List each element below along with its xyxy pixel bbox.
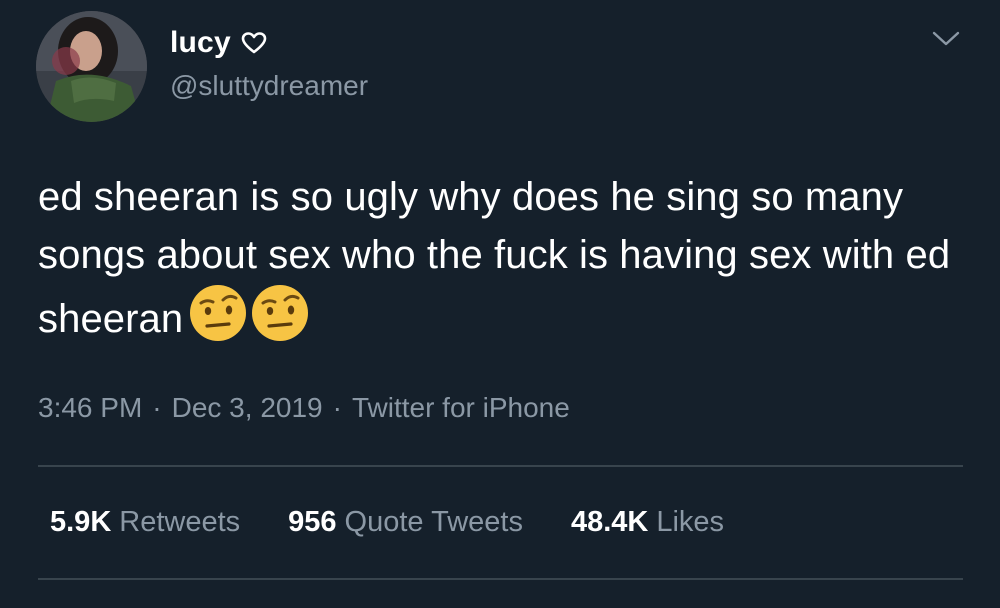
quote-tweets-count: 956 xyxy=(288,506,337,538)
tweet-text: ed sheeran is so ugly why does he sing s… xyxy=(38,168,968,358)
face-with-raised-eyebrow-icon xyxy=(252,285,309,341)
face-with-raised-eyebrow-icon xyxy=(190,285,247,341)
divider xyxy=(38,465,963,467)
likes-count: 48.4K xyxy=(570,506,649,538)
tweet-source[interactable]: Twitter for iPhone xyxy=(352,392,570,423)
emoji-group xyxy=(189,284,313,358)
retweets-count: 5.9K xyxy=(50,506,112,538)
tweet-date[interactable]: Dec 3, 2019 xyxy=(172,392,323,423)
meta-separator: · xyxy=(332,392,342,423)
tweet-stats: 5.9K Retweets 956 Quote Tweets 48.4K Likes xyxy=(50,506,724,539)
chevron-down-icon[interactable] xyxy=(930,28,962,50)
retweets-label: Retweets xyxy=(119,506,241,538)
user-handle[interactable]: @sluttydreamer xyxy=(170,70,368,102)
display-name[interactable]: lucy xyxy=(170,26,231,60)
avatar-image xyxy=(36,11,147,122)
tweet-card: lucy @sluttydreamer ed sheeran is so ugl… xyxy=(0,0,1000,608)
divider xyxy=(38,578,963,580)
likes-stat[interactable]: 48.4K Likes xyxy=(571,506,724,539)
heart-icon xyxy=(241,31,267,55)
avatar[interactable] xyxy=(36,11,147,122)
quote-tweets-stat[interactable]: 956 Quote Tweets xyxy=(288,506,523,539)
retweets-stat[interactable]: 5.9K Retweets xyxy=(50,506,240,539)
tweet-body: ed sheeran is so ugly why does he sing s… xyxy=(38,175,951,341)
meta-separator: · xyxy=(152,392,162,423)
tweet-meta: 3:46 PM · Dec 3, 2019 · Twitter for iPhone xyxy=(38,392,570,424)
user-name-row: lucy xyxy=(170,24,267,62)
quote-tweets-label: Quote Tweets xyxy=(344,506,523,538)
tweet-time[interactable]: 3:46 PM xyxy=(38,392,142,423)
likes-label: Likes xyxy=(656,506,725,538)
